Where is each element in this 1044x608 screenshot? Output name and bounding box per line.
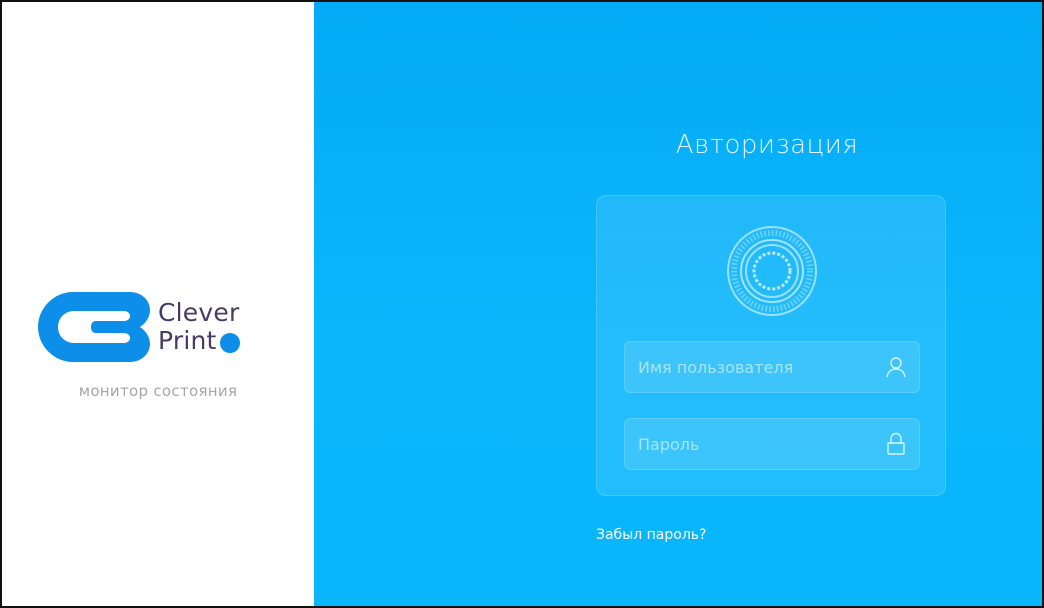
brand-name-line1: Clever [158,298,240,327]
window-frame: Clever Print монитор состояния Авторизац… [0,0,1044,608]
auth-panel: Авторизация Имя пользователя Забыл парол… [314,2,1042,606]
brand-name-line2: Print [158,326,217,355]
password-field[interactable] [624,418,920,470]
forgot-password-link[interactable]: Забыл пароль? [596,527,706,543]
brand-name: Clever Print [158,299,240,355]
login-card [596,195,946,496]
brand-name-line2-wrap: Print [158,327,240,355]
brand-subtitle: монитор состояния [78,382,238,400]
brand-panel: Clever Print монитор состояния [2,2,314,606]
brand-dot-icon [219,332,240,353]
clever-print-logo-icon [38,292,150,362]
password-input[interactable] [638,434,883,454]
username-input[interactable] [638,357,883,377]
brand-logo: Clever Print [38,292,240,362]
user-icon [883,354,909,380]
auth-title: Авторизация [675,130,859,160]
username-field[interactable] [624,341,920,393]
lock-icon [883,431,909,457]
fingerprint-icon [727,226,817,316]
